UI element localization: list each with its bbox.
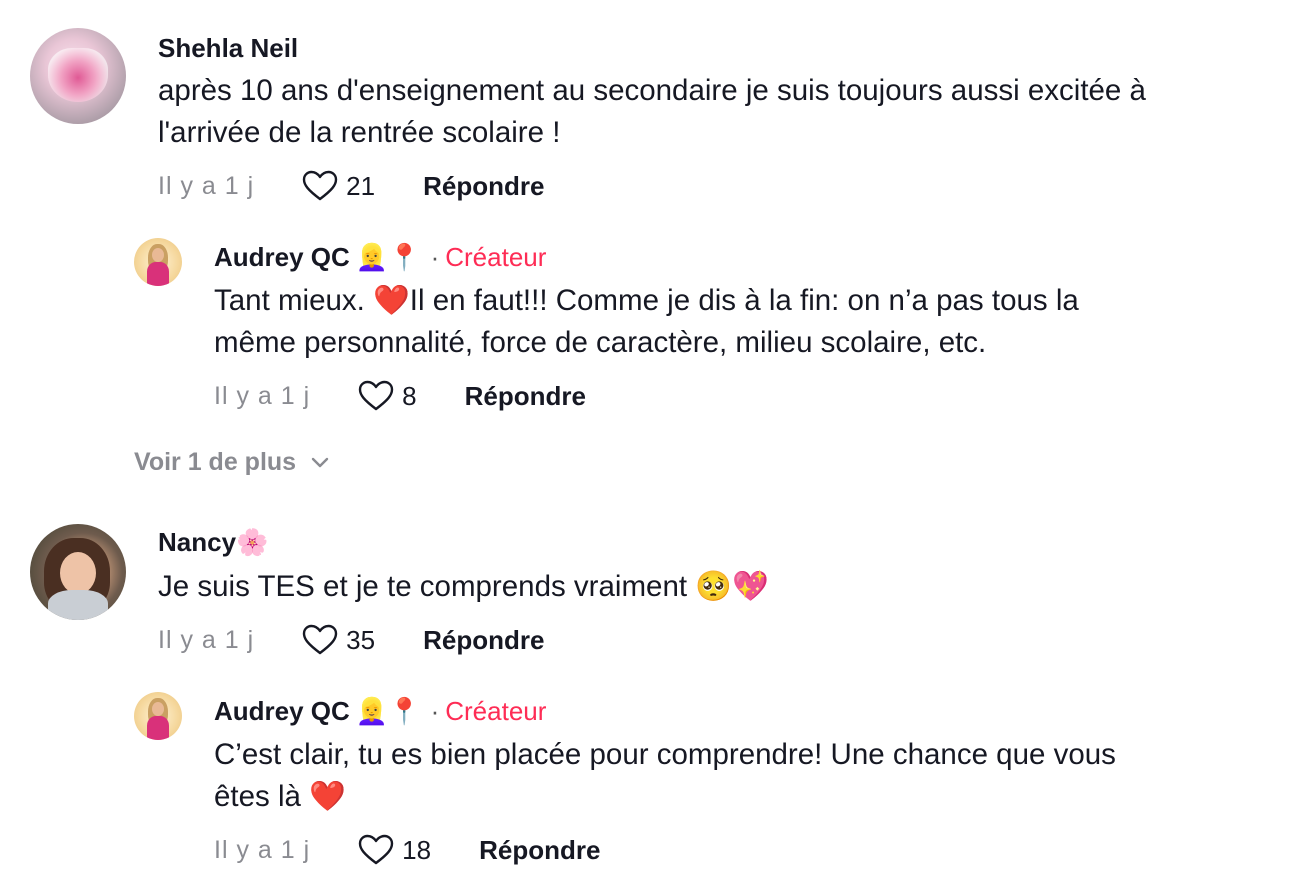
avatar[interactable] bbox=[30, 28, 126, 124]
comment-time: Il y a 1 j bbox=[214, 835, 311, 864]
comment-text-line: même personnalité, force de caractère, m… bbox=[214, 326, 987, 359]
avatar[interactable] bbox=[134, 238, 182, 286]
heart-outline-icon bbox=[302, 170, 338, 201]
comment-username[interactable]: Audrey QC 👱‍♀️📍 · Créateur bbox=[214, 696, 546, 727]
comment-text-line: êtes là ❤️ bbox=[214, 780, 346, 813]
comment-text-line: Tant mieux. ❤️Il en faut!!! Comme je dis… bbox=[214, 284, 1079, 317]
creator-badge: Créateur bbox=[445, 696, 547, 726]
reply-button[interactable]: Répondre bbox=[479, 835, 600, 866]
reply-button[interactable]: Répondre bbox=[423, 625, 544, 656]
heart-glass-icon bbox=[48, 48, 108, 102]
reply-button[interactable]: Répondre bbox=[423, 171, 544, 202]
like-button[interactable]: 8 bbox=[358, 380, 417, 412]
comment-meta: Il y a 1 j 8 Répondre bbox=[214, 380, 586, 412]
comment-username[interactable]: Audrey QC 👱‍♀️📍 · Créateur bbox=[214, 242, 546, 273]
reply-button[interactable]: Répondre bbox=[465, 381, 586, 412]
username-text: Shehla Neil bbox=[158, 33, 299, 63]
like-count: 21 bbox=[346, 170, 376, 201]
username-text: Nancy bbox=[158, 527, 237, 557]
scarf-shape bbox=[48, 590, 108, 620]
view-more-replies-button[interactable]: Voir 1 de plus bbox=[134, 448, 330, 477]
like-button[interactable]: 21 bbox=[302, 170, 375, 202]
comment-meta: Il y a 1 j 21 Répondre bbox=[158, 170, 544, 202]
like-count: 18 bbox=[402, 834, 432, 865]
username-text: Audrey QC bbox=[214, 242, 350, 272]
creator-badge: Créateur bbox=[445, 242, 547, 272]
heart-outline-icon bbox=[358, 834, 394, 865]
face-shape bbox=[152, 248, 164, 262]
heart-outline-icon bbox=[358, 380, 394, 411]
heart-outline-icon bbox=[302, 624, 338, 655]
comment-username[interactable]: Shehla Neil bbox=[158, 33, 298, 64]
avatar[interactable] bbox=[134, 692, 182, 740]
view-more-label: Voir 1 de plus bbox=[134, 448, 297, 476]
comment-time: Il y a 1 j bbox=[158, 625, 255, 654]
comment-meta: Il y a 1 j 35 Répondre bbox=[158, 624, 544, 656]
separator-dot: · bbox=[430, 242, 440, 272]
comment-time: Il y a 1 j bbox=[158, 171, 255, 200]
like-count: 35 bbox=[346, 624, 376, 655]
comment-text-line: Je suis TES et je te comprends vraiment … bbox=[158, 570, 769, 603]
username-text: Audrey QC bbox=[214, 696, 350, 726]
face-shape bbox=[152, 702, 164, 716]
chevron-down-icon bbox=[311, 457, 329, 467]
face-shape bbox=[60, 552, 96, 594]
username-emojis: 👱‍♀️📍 bbox=[355, 242, 421, 272]
body-shape bbox=[147, 716, 169, 740]
avatar[interactable] bbox=[30, 524, 126, 620]
like-button[interactable]: 18 bbox=[358, 834, 431, 866]
comment-text-line: C’est clair, tu es bien placée pour comp… bbox=[214, 738, 1116, 771]
comment-meta: Il y a 1 j 18 Répondre bbox=[214, 834, 600, 866]
comment-text-line: l'arrivée de la rentrée scolaire ! bbox=[158, 116, 561, 149]
username-emojis: 🌸 bbox=[236, 527, 269, 557]
username-emojis: 👱‍♀️📍 bbox=[355, 696, 421, 726]
like-button[interactable]: 35 bbox=[302, 624, 375, 656]
body-shape bbox=[147, 262, 169, 286]
like-count: 8 bbox=[402, 380, 417, 411]
separator-dot: · bbox=[430, 696, 440, 726]
comment-time: Il y a 1 j bbox=[214, 381, 311, 410]
comment-username[interactable]: Nancy 🌸 bbox=[158, 527, 268, 558]
comment-text-line: après 10 ans d'enseignement au secondair… bbox=[158, 74, 1146, 107]
